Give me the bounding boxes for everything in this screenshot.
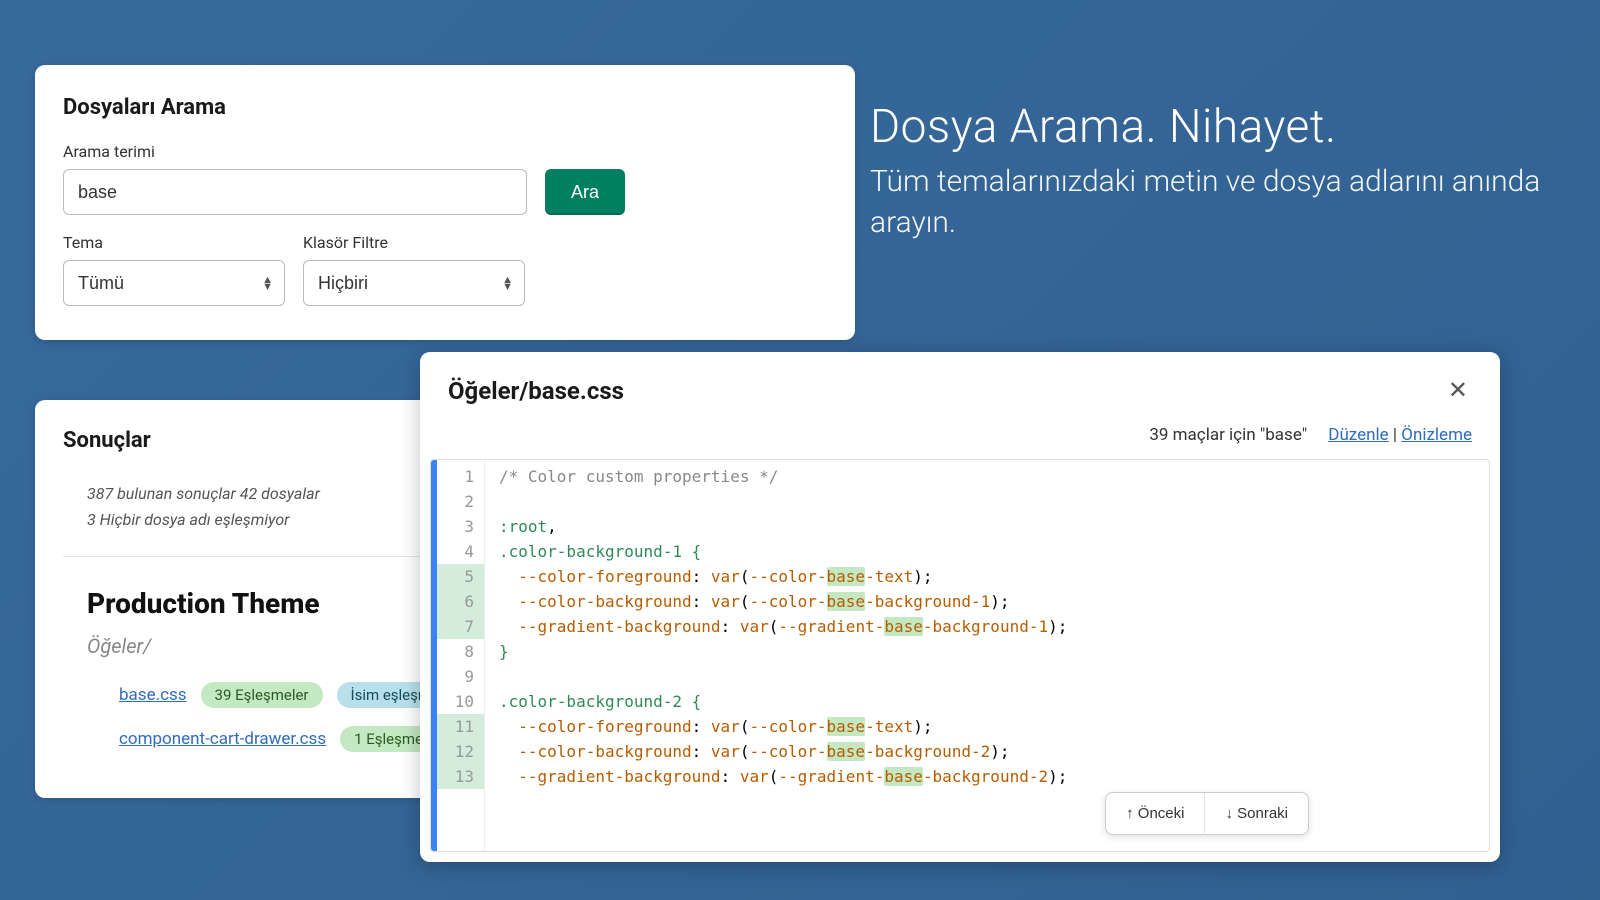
- file-preview-card: Öğeler/base.css ✕ 39 maçlar için "base" …: [420, 352, 1500, 862]
- code-line: }: [485, 639, 1489, 664]
- match-count-text: 39 maçlar için "base": [1149, 425, 1307, 445]
- search-card-title: Dosyaları Arama: [63, 95, 827, 120]
- folder-filter-label: Klasör Filtre: [303, 233, 525, 252]
- search-input[interactable]: [63, 169, 527, 215]
- code-line: --color-background: var(--color-base-bac…: [485, 589, 1489, 614]
- line-number: 12: [437, 739, 484, 764]
- code-line: :root,: [485, 514, 1489, 539]
- code-viewer[interactable]: 12345678910111213 /* Color custom proper…: [430, 459, 1490, 852]
- preview-header: Öğeler/base.css ✕: [420, 352, 1500, 425]
- folder-filter-select[interactable]: Hiçbiri: [303, 260, 525, 306]
- line-number: 3: [437, 514, 484, 539]
- code-line: --gradient-background: var(--gradient-ba…: [485, 764, 1489, 789]
- line-number: 8: [437, 639, 484, 664]
- line-number: 6: [437, 589, 484, 614]
- code-line: --color-foreground: var(--color-base-tex…: [485, 714, 1489, 739]
- code-line: /* Color custom properties */: [485, 464, 1489, 489]
- code-line: [485, 664, 1489, 689]
- line-number: 13: [437, 764, 484, 789]
- preview-link[interactable]: Önizleme: [1401, 425, 1472, 445]
- edit-link[interactable]: Düzenle: [1328, 425, 1388, 445]
- hero-title: Dosya Arama. Nihayet.: [870, 100, 1600, 154]
- close-icon: ✕: [1448, 377, 1468, 404]
- code-line: .color-background-1 {: [485, 539, 1489, 564]
- line-number: 1: [437, 464, 484, 489]
- code-line: --color-foreground: var(--color-base-tex…: [485, 564, 1489, 589]
- next-match-button[interactable]: ↓ Sonraki: [1205, 793, 1308, 834]
- meta-separator: |: [1393, 425, 1401, 445]
- theme-filter-select[interactable]: Tümü: [63, 260, 285, 306]
- preview-file-title: Öğeler/base.css: [448, 377, 624, 405]
- line-number: 9: [437, 664, 484, 689]
- match-count-badge: 39 Eşleşmeler: [201, 682, 323, 708]
- hero: Dosya Arama. Nihayet. Tüm temalarınızdak…: [870, 100, 1600, 243]
- hero-subtitle: Tüm temalarınızdaki metin ve dosya adlar…: [870, 162, 1600, 243]
- match-nav-toolbar: ↑ Önceki ↓ Sonraki: [1105, 792, 1309, 835]
- line-number: 10: [437, 689, 484, 714]
- close-button[interactable]: ✕: [1444, 372, 1472, 409]
- file-link[interactable]: base.css: [119, 685, 187, 705]
- preview-meta: 39 maçlar için "base" Düzenle | Önizleme: [420, 425, 1500, 459]
- code-lines: /* Color custom properties */:root,.colo…: [485, 460, 1489, 851]
- search-button[interactable]: Ara: [545, 169, 625, 215]
- search-files-card: Dosyaları Arama Arama terimi Ara Tema Tü…: [35, 65, 855, 340]
- line-number: 11: [437, 714, 484, 739]
- code-line: --color-background: var(--color-base-bac…: [485, 739, 1489, 764]
- theme-filter-label: Tema: [63, 233, 285, 252]
- code-line: [485, 489, 1489, 514]
- line-number: 5: [437, 564, 484, 589]
- line-number: 4: [437, 539, 484, 564]
- code-line: .color-background-2 {: [485, 689, 1489, 714]
- line-number: 7: [437, 614, 484, 639]
- file-link[interactable]: component-cart-drawer.css: [119, 729, 326, 749]
- search-term-label: Arama terimi: [63, 142, 527, 161]
- code-line: --gradient-background: var(--gradient-ba…: [485, 614, 1489, 639]
- prev-match-button[interactable]: ↑ Önceki: [1106, 793, 1205, 834]
- line-number-gutter: 12345678910111213: [437, 460, 485, 851]
- search-term-row: Arama terimi Ara: [63, 142, 827, 215]
- line-number: 2: [437, 489, 484, 514]
